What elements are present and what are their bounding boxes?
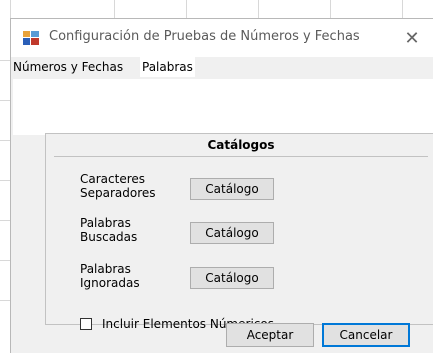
grid-line [0,180,10,181]
label-line: Caracteres [80,172,146,186]
tab-numeros-y-fechas[interactable]: Números y Fechas [11,57,125,77]
palabras-buscadas-label: Palabras Buscadas [80,216,170,244]
label-line: Ignoradas [80,276,140,290]
grid-line [0,60,10,61]
label-line: Palabras [80,262,131,276]
close-icon: ✕ [404,27,420,49]
grid-line [0,260,10,261]
incluir-numericos-checkbox[interactable] [80,318,92,330]
window-title: Configuración de Pruebas de Números y Fe… [49,29,360,44]
caracteres-separadores-label: Caracteres Separadores [80,172,170,200]
grid-line [0,100,10,101]
label-line: Buscadas [80,230,138,244]
aceptar-button[interactable]: Aceptar [226,323,314,347]
close-button[interactable]: ✕ [390,19,433,57]
title-bar[interactable]: Configuración de Pruebas de Números y Fe… [11,19,433,57]
form-icon [23,31,39,45]
grid-line [0,140,10,141]
catalogo-ignoradas-button[interactable]: Catálogo [190,267,274,289]
label-line: Palabras [80,216,131,230]
tab-page [13,79,433,135]
config-dialog: Configuración de Pruebas de Números y Fe… [10,18,433,353]
catalogo-buscadas-button[interactable]: Catálogo [190,222,274,244]
tab-palabras[interactable]: Palabras [140,57,195,77]
catalogo-separadores-button[interactable]: Catálogo [190,178,274,200]
grid-line [0,220,10,221]
cancelar-button[interactable]: Cancelar [322,323,410,347]
catalogos-header: Catálogos [54,134,428,157]
grid-line [0,300,10,301]
label-line: Separadores [80,186,156,200]
palabras-ignoradas-label: Palabras Ignoradas [80,262,170,290]
catalogos-group: Catálogos Caracteres Separadores Catálog… [45,133,433,331]
